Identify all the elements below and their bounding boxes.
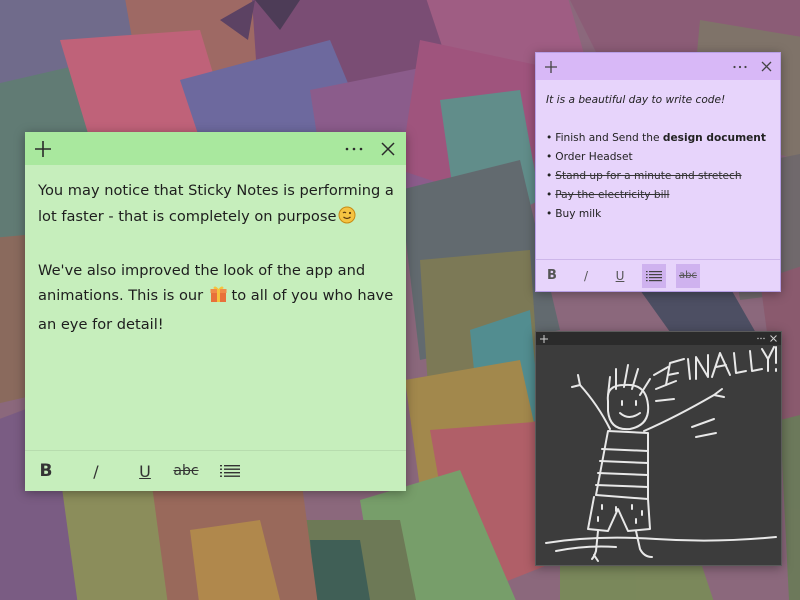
formatting-toolbar: B / U abc	[536, 259, 780, 291]
note-titlebar[interactable]	[536, 53, 780, 80]
list-item: • Finish and Send the design document	[546, 129, 774, 148]
desktop: You may notice that Sticky Notes is perf…	[0, 0, 800, 600]
note-paragraph: We've also improved the look of the app …	[38, 258, 398, 338]
sticky-note-purple[interactable]: It is a beautiful day to write code! • Fi…	[535, 52, 781, 292]
note-titlebar[interactable]	[25, 132, 406, 165]
list-item-done: • Pay the electricity bill	[546, 186, 774, 205]
more-icon[interactable]	[730, 57, 750, 77]
ink-drawing[interactable]	[536, 345, 781, 565]
bullet: •	[546, 170, 553, 182]
plus-icon[interactable]	[31, 137, 55, 161]
sticky-note-ink[interactable]	[535, 331, 782, 566]
plus-icon[interactable]	[539, 333, 549, 344]
list-icon[interactable]	[219, 456, 241, 486]
underline-button[interactable]: U	[138, 456, 152, 486]
bullet: •	[546, 132, 553, 144]
list-item-text: Pay the electricity bill	[555, 189, 670, 201]
sticky-note-green[interactable]: You may notice that Sticky Notes is perf…	[25, 132, 406, 491]
bullet: •	[546, 208, 553, 220]
list-item: • Order Headset	[546, 148, 774, 167]
list-item-done: • Stand up for a minute and stretech	[546, 167, 774, 186]
list-item-text: Order Headset	[555, 151, 633, 163]
formatting-toolbar: B / U abc	[25, 450, 406, 491]
checklist: • Finish and Send the design document • Or…	[546, 129, 774, 224]
bold-button[interactable]: B	[38, 456, 54, 486]
strikethrough-button[interactable]: abc	[676, 263, 700, 288]
note-paragraph: You may notice that Sticky Notes is perf…	[38, 178, 398, 232]
list-item-text: Finish and Send the	[555, 132, 663, 144]
bold-button[interactable]: B	[540, 264, 564, 288]
note-headline: It is a beautiful day to write code!	[546, 94, 726, 106]
italic-button[interactable]: /	[574, 264, 598, 288]
list-item: • Buy milk	[546, 205, 774, 224]
close-icon[interactable]	[756, 57, 776, 77]
plus-icon[interactable]	[541, 57, 561, 77]
bullet: •	[546, 151, 553, 163]
list-icon[interactable]	[642, 263, 666, 288]
italic-button[interactable]: /	[90, 456, 102, 486]
more-icon[interactable]	[342, 137, 366, 161]
gift-emoji-icon	[210, 285, 227, 312]
close-icon[interactable]	[768, 333, 778, 344]
winking-face-emoji-icon	[338, 206, 356, 233]
close-icon[interactable]	[376, 137, 400, 161]
list-item-bold-text: design document	[662, 132, 766, 144]
underline-button[interactable]: U	[608, 264, 632, 288]
strikethrough-button[interactable]: abc	[171, 456, 201, 486]
note-text[interactable]: It is a beautiful day to write code! • Fi…	[546, 91, 774, 224]
note-titlebar[interactable]	[536, 332, 781, 345]
note-text[interactable]: You may notice that Sticky Notes is perf…	[38, 178, 398, 337]
more-icon[interactable]	[756, 333, 766, 344]
list-item-text: Buy milk	[555, 208, 602, 220]
bullet: •	[546, 189, 553, 201]
list-item-text: Stand up for a minute and stretech	[555, 170, 742, 182]
